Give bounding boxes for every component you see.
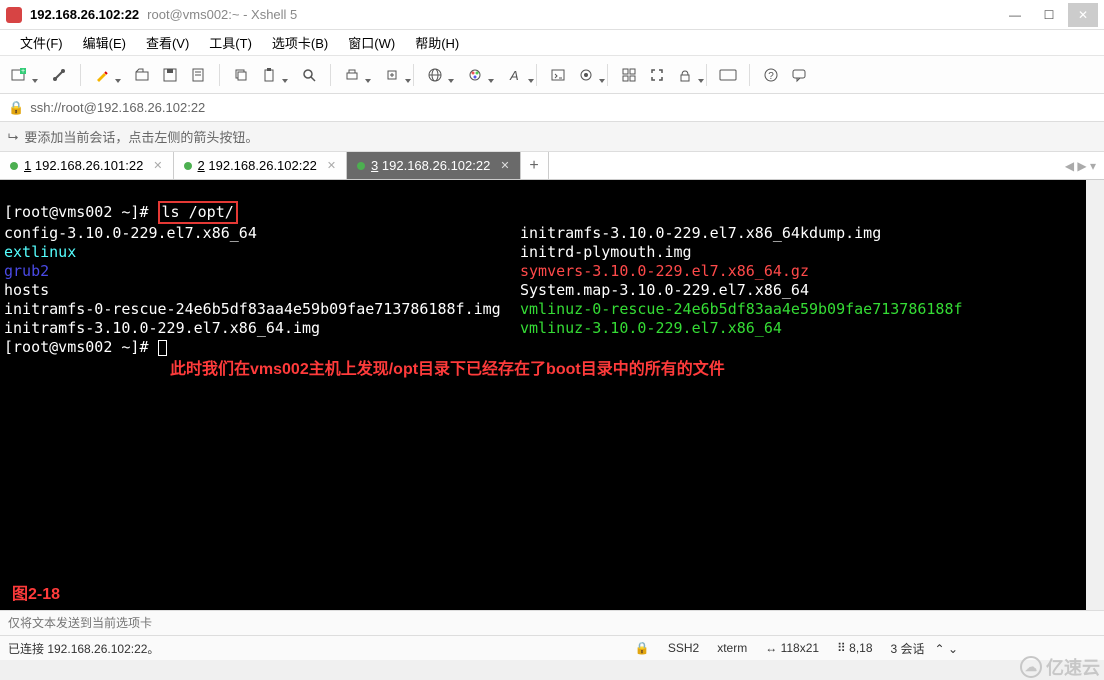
info-arrow-icon[interactable]: ⮡ — [8, 129, 18, 145]
figure-label: 图2-18 — [12, 585, 60, 604]
terminal-prompt: [root@vms002 ~]# — [4, 203, 149, 221]
terminal-output: initramfs-0-rescue-24e6b5df83aa4e59b09fa… — [4, 300, 501, 318]
terminal[interactable]: [root@vms002 ~]# ls /opt/ config-3.10.0-… — [0, 180, 1104, 610]
reconnect-button[interactable] — [46, 62, 72, 88]
tab-bar: 1 192.168.26.101:22 ✕ 2 192.168.26.102:2… — [0, 152, 1104, 180]
encoding-button[interactable] — [422, 62, 448, 88]
terminal-prompt: [root@vms002 ~]# — [4, 338, 158, 356]
highlight-button[interactable] — [89, 62, 115, 88]
new-session-button[interactable]: + — [6, 62, 32, 88]
watermark: ☁ 亿速云 — [1020, 654, 1100, 680]
macro-button[interactable] — [573, 62, 599, 88]
cloud-icon: ☁ — [1020, 656, 1042, 678]
status-dot-icon — [184, 162, 192, 170]
tab-scroll[interactable]: ◀ ▶ ▾ — [1057, 152, 1104, 179]
help-button[interactable]: ? — [758, 62, 784, 88]
script-button[interactable] — [545, 62, 571, 88]
font-button[interactable]: A — [502, 62, 528, 88]
menu-tools[interactable]: 工具(T) — [199, 31, 262, 54]
terminal-output: initramfs-3.10.0-229.el7.x86_64.img — [4, 319, 320, 337]
save-button[interactable] — [157, 62, 183, 88]
window-title-main: 192.168.26.102:22 — [30, 7, 139, 22]
terminal-output: hosts — [4, 281, 49, 299]
minimize-button[interactable]: — — [1000, 3, 1030, 27]
app-icon — [6, 7, 22, 23]
menu-tabs[interactable]: 选项卡(B) — [262, 31, 338, 54]
address-url: ssh://root@192.168.26.102:22 — [30, 100, 205, 115]
terminal-command-highlight: ls /opt/ — [158, 201, 238, 224]
open-button[interactable] — [129, 62, 155, 88]
scrollbar[interactable] — [1086, 180, 1104, 610]
layout-button[interactable] — [616, 62, 642, 88]
watermark-text: 亿速云 — [1046, 654, 1100, 680]
status-dot-icon — [357, 162, 365, 170]
print-button[interactable] — [339, 62, 365, 88]
fullscreen-button[interactable] — [644, 62, 670, 88]
svg-text:A: A — [509, 68, 519, 83]
menubar: 文件(F) 编辑(E) 查看(V) 工具(T) 选项卡(B) 窗口(W) 帮助(… — [0, 30, 1104, 56]
status-cursor: ⠿ 8,18 — [837, 641, 872, 655]
status-ssh: SSH2 — [668, 641, 699, 655]
add-tab-button[interactable]: + — [521, 152, 549, 179]
copy-button[interactable] — [228, 62, 254, 88]
session-tab-2[interactable]: 2 192.168.26.102:22 ✕ — [174, 152, 348, 179]
menu-window[interactable]: 窗口(W) — [338, 31, 405, 54]
status-term: xterm — [717, 641, 747, 655]
lock-button[interactable] — [672, 62, 698, 88]
terminal-output: config-3.10.0-229.el7.x86_64 — [4, 224, 257, 242]
menu-file[interactable]: 文件(F) — [10, 31, 73, 54]
tab-close-icon[interactable]: ✕ — [500, 159, 509, 172]
info-hint: 要添加当前会话，点击左侧的箭头按钮。 — [24, 127, 258, 146]
properties-button[interactable] — [185, 62, 211, 88]
transfer-button[interactable] — [379, 62, 405, 88]
terminal-output: extlinux — [4, 243, 76, 261]
svg-text:?: ? — [768, 71, 774, 82]
send-input[interactable] — [8, 616, 1096, 630]
lock-icon: 🔒 — [8, 100, 24, 116]
menu-view[interactable]: 查看(V) — [136, 31, 199, 54]
infobar: ⮡ 要添加当前会话，点击左侧的箭头按钮。 — [0, 122, 1104, 152]
send-input-bar — [0, 610, 1104, 636]
terminal-output: initrd-plymouth.img — [520, 243, 692, 262]
status-size: ↔ 118x21 — [765, 641, 819, 655]
terminal-output: vmlinuz-3.10.0-229.el7.x86_64 — [520, 319, 782, 338]
terminal-output: symvers-3.10.0-229.el7.x86_64.gz — [520, 262, 809, 281]
terminal-output: System.map-3.10.0-229.el7.x86_64 — [520, 281, 809, 300]
terminal-output: vmlinuz-0-rescue-24e6b5df83aa4e59b09fae7… — [520, 300, 963, 319]
status-dot-icon — [10, 162, 18, 170]
menu-edit[interactable]: 编辑(E) — [73, 31, 136, 54]
session-tab-1[interactable]: 1 192.168.26.101:22 ✕ — [0, 152, 174, 179]
paste-button[interactable] — [256, 62, 282, 88]
statusbar: 已连接 192.168.26.102:22。 🔒 SSH2 xterm ↔ 11… — [0, 636, 1104, 660]
cursor-icon — [158, 340, 167, 356]
svg-text:+: + — [21, 68, 25, 75]
terminal-output: initramfs-3.10.0-229.el7.x86_64kdump.img — [520, 224, 881, 243]
menu-help[interactable]: 帮助(H) — [405, 31, 469, 54]
toolbar: + A ? — [0, 56, 1104, 94]
status-connection: 已连接 192.168.26.102:22。 — [8, 640, 159, 657]
session-tab-3[interactable]: 3 192.168.26.102:22 ✕ — [347, 152, 521, 179]
addressbar[interactable]: 🔒 ssh://root@192.168.26.102:22 — [0, 94, 1104, 122]
status-sessions: 3 会话 ⌃ ⌄ — [891, 640, 958, 657]
maximize-button[interactable]: ☐ — [1034, 3, 1064, 27]
annotation-text: 此时我们在vms002主机上发现/opt目录下已经存在了boot目录中的所有的文… — [170, 360, 725, 379]
close-button[interactable]: ✕ — [1068, 3, 1098, 27]
find-button[interactable] — [296, 62, 322, 88]
tab-close-icon[interactable]: ✕ — [327, 159, 336, 172]
chat-button[interactable] — [786, 62, 812, 88]
color-button[interactable] — [462, 62, 488, 88]
window-title-sub: root@vms002:~ - Xshell 5 — [147, 7, 297, 22]
lock-icon: 🔒 — [635, 641, 650, 655]
tab-close-icon[interactable]: ✕ — [153, 159, 162, 172]
titlebar: 192.168.26.102:22 root@vms002:~ - Xshell… — [0, 0, 1104, 30]
keyboard-button[interactable] — [715, 62, 741, 88]
terminal-output: grub2 — [4, 262, 49, 280]
window-controls: — ☐ ✕ — [996, 3, 1098, 27]
